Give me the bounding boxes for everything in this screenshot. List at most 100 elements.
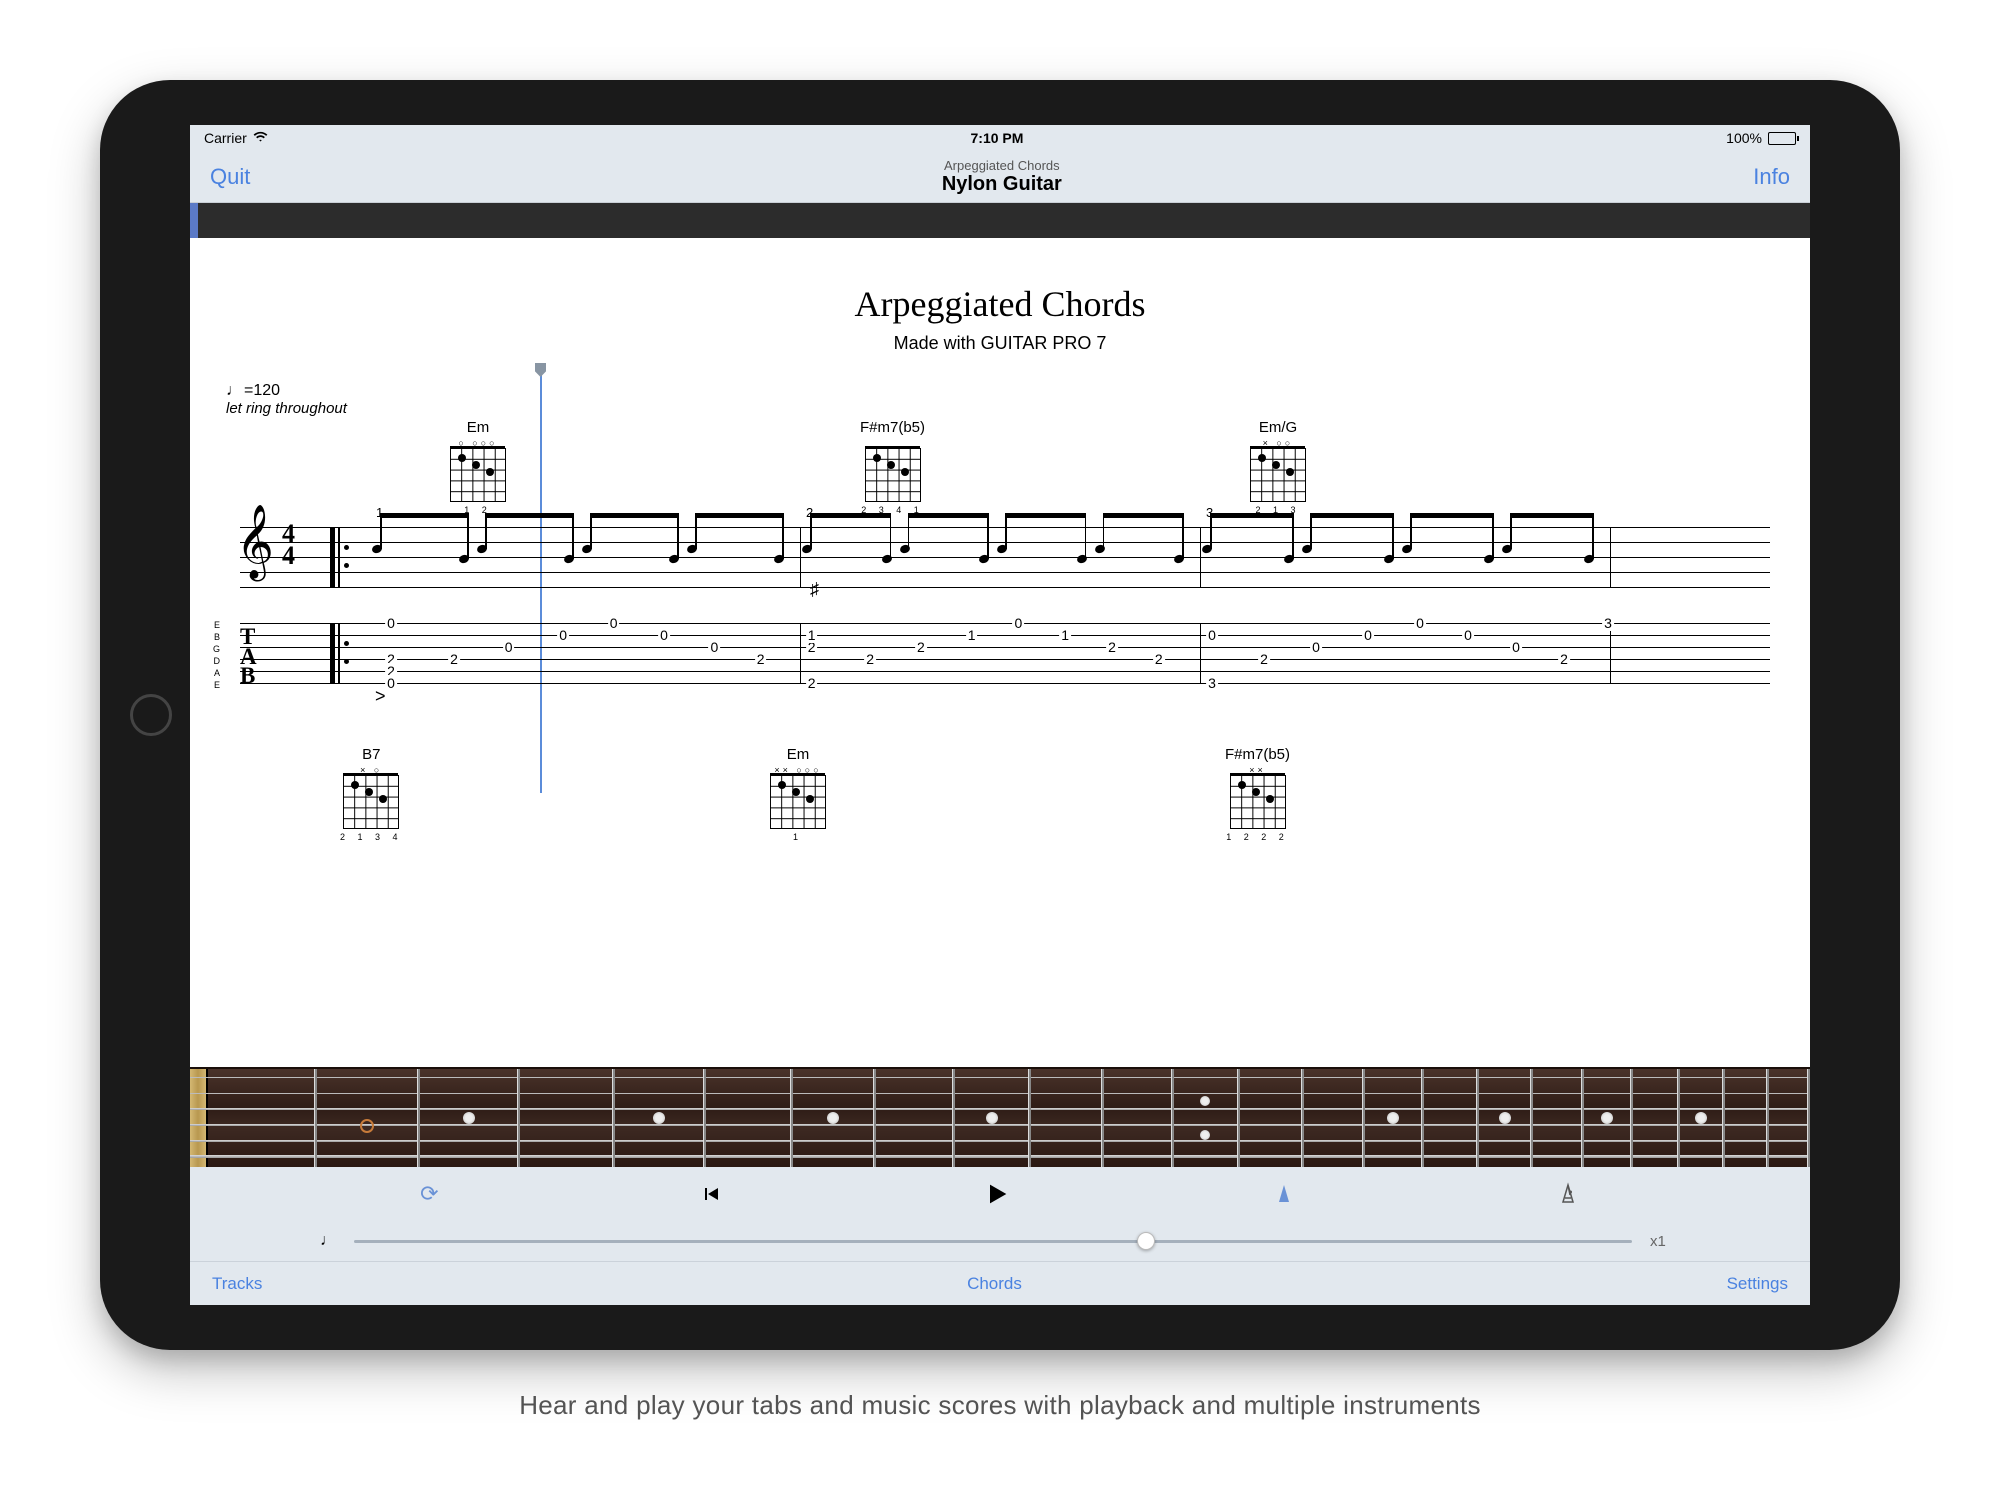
fret[interactable] — [520, 1069, 615, 1167]
chord-grid — [450, 448, 506, 502]
tab-fret-number: 0 — [1510, 639, 1522, 655]
track-strip-accent — [190, 203, 198, 238]
tab-fret-number: 0 — [1012, 615, 1024, 631]
tab-fret-number: 2 — [1153, 651, 1165, 667]
notation-staff: 𝄞 4 4 123♯ — [220, 527, 1780, 605]
chord-diagram: Em/G× ○○2 1 3 — [1250, 419, 1306, 515]
string-names: EBGDAE — [202, 619, 220, 691]
tab-fret-number: 0 — [608, 615, 620, 631]
fret[interactable] — [1680, 1069, 1725, 1167]
carrier-label: Carrier — [204, 130, 247, 146]
tab-staff: EBGDAE TAB > 022020000022212210122302000… — [220, 623, 1780, 701]
chord-name: Em — [770, 746, 826, 763]
play-icon — [983, 1180, 1011, 1208]
fret[interactable] — [1769, 1069, 1810, 1167]
score-subtitle: Made with GUITAR PRO 7 — [220, 333, 1780, 354]
play-button[interactable] — [983, 1180, 1011, 1208]
chord-grid — [1250, 448, 1306, 502]
speed-value: x1 — [1650, 1233, 1680, 1250]
fret[interactable] — [317, 1069, 421, 1167]
fret[interactable] — [615, 1069, 706, 1167]
rewind-button[interactable] — [699, 1182, 723, 1206]
status-time: 7:10 PM — [971, 130, 1024, 146]
chord-fingering: 1 2 2 2 — [1225, 832, 1290, 842]
nut — [190, 1069, 208, 1167]
tab-fret-number: 2 — [864, 651, 876, 667]
fret[interactable] — [1174, 1069, 1241, 1167]
wifi-icon — [253, 129, 268, 147]
speed-slider-bar: ♩ x1 — [190, 1221, 1810, 1261]
info-button[interactable]: Info — [1753, 164, 1790, 190]
tab-fret-number: 0 — [1310, 639, 1322, 655]
battery-pct: 100% — [1726, 130, 1762, 146]
accent-mark: > — [375, 686, 386, 707]
chord-grid — [1230, 775, 1286, 829]
chord-name: F#m7(b5) — [1225, 746, 1290, 763]
chord-name: B7 — [340, 746, 403, 763]
performance-instruction: let ring throughout — [226, 400, 1780, 417]
fret[interactable] — [1479, 1069, 1533, 1167]
chord-name: Em — [450, 419, 506, 436]
count-in-button[interactable] — [1272, 1182, 1296, 1206]
nav-title-block: Arpeggiated Chords Nylon Guitar — [250, 158, 1753, 196]
chord-diagram: Em○ ○○○ 1 2 — [450, 419, 506, 515]
tab-fret-number: 0 — [503, 639, 515, 655]
tracks-button[interactable]: Tracks — [212, 1274, 262, 1294]
track-strip[interactable] — [190, 203, 1810, 238]
loop-icon: ⟳ — [420, 1181, 438, 1207]
chord-diagram: Em×× ○○○ 1 — [770, 746, 826, 842]
marketing-caption: Hear and play your tabs and music scores… — [519, 1390, 1481, 1421]
tab-fret-number: 2 — [1106, 639, 1118, 655]
chord-fingering: 2 1 3 4 — [340, 832, 403, 842]
quit-button[interactable]: Quit — [210, 164, 250, 190]
settings-button[interactable]: Settings — [1727, 1274, 1788, 1294]
slider-thumb[interactable] — [1137, 1232, 1155, 1250]
metronome-button[interactable] — [1556, 1182, 1580, 1206]
fretboard-visualizer[interactable] — [190, 1067, 1810, 1167]
metronome-solid-icon — [1272, 1182, 1296, 1206]
tab-fret-number: 1 — [806, 627, 818, 643]
tab-fret-number: 1 — [1059, 627, 1071, 643]
speed-slider[interactable] — [354, 1240, 1632, 1243]
tab-fret-number: 3 — [1206, 675, 1218, 691]
fret[interactable] — [1104, 1069, 1174, 1167]
nav-title: Nylon Guitar — [250, 173, 1753, 196]
nav-bar: Quit Arpeggiated Chords Nylon Guitar Inf… — [190, 151, 1810, 203]
fret[interactable] — [1633, 1069, 1680, 1167]
fret[interactable] — [876, 1069, 956, 1167]
tab-fret-number: 0 — [708, 639, 720, 655]
chord-grid — [343, 775, 399, 829]
score-canvas[interactable]: Arpeggiated Chords Made with GUITAR PRO … — [190, 238, 1810, 1067]
fret[interactable] — [1584, 1069, 1633, 1167]
tempo-block: ♩=120 let ring throughout — [226, 382, 1780, 417]
bottom-toolbar: Tracks Chords Settings — [190, 1261, 1810, 1305]
app-screen: Carrier 7:10 PM 100% Quit Arpeggiated Ch… — [190, 125, 1810, 1305]
chord-diagram: F#m7(b5)××1 2 2 2 — [1225, 746, 1290, 842]
fret[interactable] — [793, 1069, 876, 1167]
quarter-note-icon: ♩ — [320, 1232, 336, 1250]
fret[interactable] — [208, 1069, 317, 1167]
skip-previous-icon — [699, 1182, 723, 1206]
fret[interactable] — [1304, 1069, 1365, 1167]
loop-button[interactable]: ⟳ — [420, 1181, 438, 1207]
home-button[interactable] — [130, 694, 172, 736]
chord-diagram: B7× ○2 1 3 4 — [340, 746, 403, 842]
fret[interactable] — [1240, 1069, 1304, 1167]
fret[interactable] — [706, 1069, 793, 1167]
chords-button[interactable]: Chords — [967, 1274, 1022, 1294]
tab-fret-number: 0 — [1462, 627, 1474, 643]
fret[interactable] — [955, 1069, 1031, 1167]
tab-fret-number: 2 — [448, 651, 460, 667]
tab-fret-number: 0 — [1206, 627, 1218, 643]
chord-name: F#m7(b5) — [860, 419, 925, 436]
fret[interactable] — [1031, 1069, 1104, 1167]
tab-fret-number: 1 — [966, 627, 978, 643]
fret[interactable] — [420, 1069, 519, 1167]
fret[interactable] — [1424, 1069, 1480, 1167]
playback-controls: ⟳ — [190, 1167, 1810, 1221]
fret[interactable] — [1725, 1069, 1768, 1167]
fret[interactable] — [1365, 1069, 1423, 1167]
tab-fret-number: 2 — [915, 639, 927, 655]
status-left: Carrier — [204, 129, 268, 147]
fret[interactable] — [1533, 1069, 1584, 1167]
